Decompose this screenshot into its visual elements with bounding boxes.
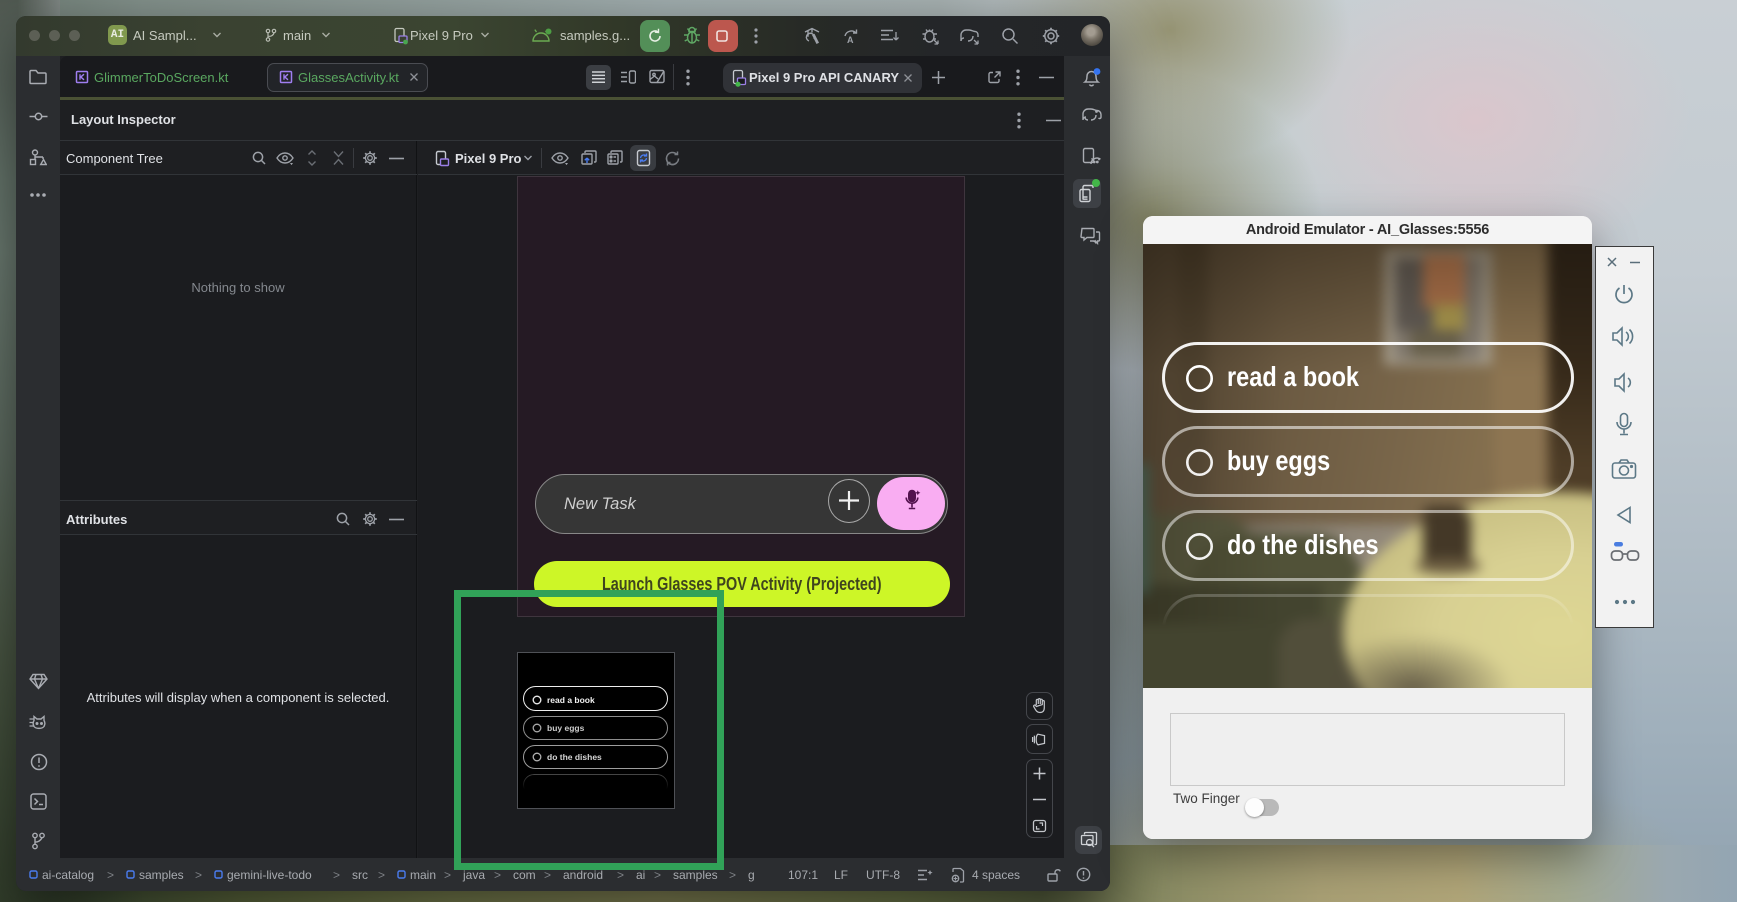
svg-text:A: A — [847, 35, 854, 45]
